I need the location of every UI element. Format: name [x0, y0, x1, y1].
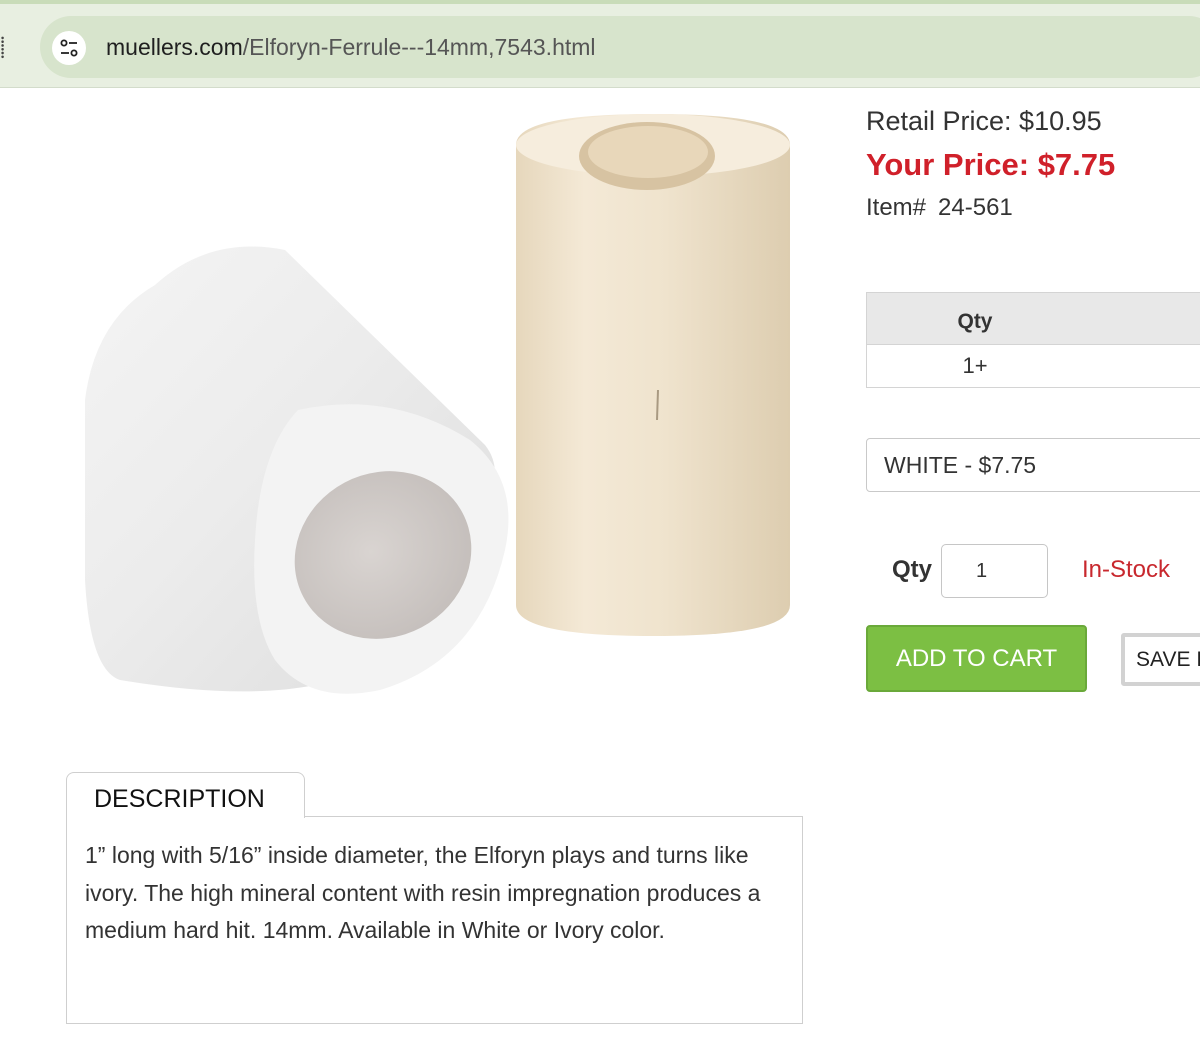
- quantity-input[interactable]: [941, 544, 1048, 598]
- qty-label: Qty: [892, 556, 933, 583]
- url-path: /Elforyn-Ferrule---14mm,7543.html: [242, 34, 596, 60]
- url-host: muellers.com: [106, 34, 243, 60]
- tab-description[interactable]: DESCRIPTION: [66, 772, 305, 818]
- item-value: 24-561: [938, 194, 1013, 221]
- url-text[interactable]: muellers.com/Elforyn-Ferrule---14mm,7543…: [106, 16, 596, 78]
- qty-column-header: Qty: [867, 293, 1200, 345]
- browser-toolbar: ⸽ muellers.com/Elforyn-Ferrule---14mm,75…: [0, 0, 1200, 88]
- tune-icon: [60, 39, 78, 57]
- description-text: 1” long with 5/16” inside diameter, the …: [85, 842, 761, 943]
- product-image: [85, 114, 790, 694]
- qty-tier-cell: 1+: [962, 353, 988, 378]
- reload-icon[interactable]: ⸽: [0, 36, 8, 60]
- retail-price: Retail Price: $10.95: [866, 106, 1102, 136]
- item-label: Item#: [866, 194, 927, 221]
- variant-select[interactable]: WHITE - $7.75: [866, 438, 1200, 492]
- description-panel: 1” long with 5/16” inside diameter, the …: [66, 816, 803, 1024]
- save-item-button[interactable]: SAVE I: [1121, 633, 1200, 686]
- address-bar[interactable]: muellers.com/Elforyn-Ferrule---14mm,7543…: [40, 16, 1200, 78]
- quantity-pricing-table: Qty 1+: [866, 292, 1200, 388]
- site-info-button[interactable]: [52, 31, 86, 65]
- white-ferrule: [85, 246, 509, 694]
- add-to-cart-button[interactable]: ADD TO CART: [866, 625, 1087, 692]
- stock-status: In-Stock: [1082, 556, 1171, 583]
- your-price: Your Price: $7.75: [866, 147, 1116, 182]
- item-number: Item# 24-561: [866, 194, 1013, 222]
- ivory-ferrule: [516, 114, 790, 636]
